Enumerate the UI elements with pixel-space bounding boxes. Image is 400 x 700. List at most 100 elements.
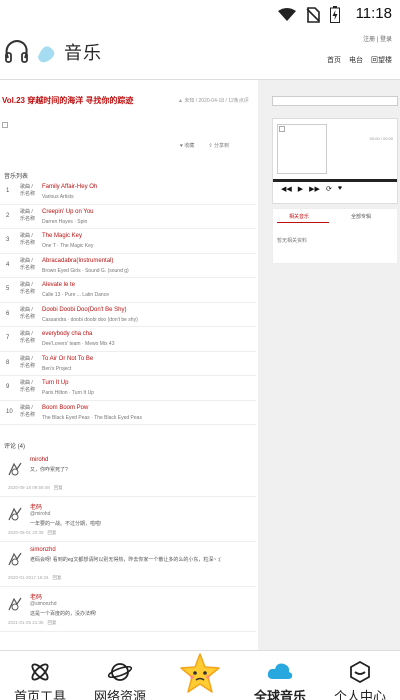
song-number: 3 xyxy=(6,237,10,243)
comment-item: 老码 @mirohd 一年要的一战。不过分期，啦啦! 2020-05-01 20… xyxy=(0,497,256,542)
song-title[interactable]: Alevate le te xyxy=(42,282,75,288)
site-logo[interactable]: 音乐 xyxy=(2,38,102,66)
nav-tab-global-music[interactable]: 全球音乐 xyxy=(245,661,315,700)
song-row[interactable]: 3 歌曲 / 乐名称 The Magic Key One T · The Magic … xyxy=(0,229,256,254)
song-thumbnail: 歌曲 / 乐名称 xyxy=(20,233,36,246)
nav-radio[interactable]: 电台 xyxy=(349,55,363,65)
song-title[interactable]: Family Affair-Hey Oh xyxy=(42,184,97,190)
song-row[interactable]: 9 歌曲 / 乐名称 Turn It Up Paris Hilton · Turn I… xyxy=(0,376,256,401)
reply-button[interactable]: 回复 xyxy=(53,575,62,580)
song-artist: Calle 13 · Pure ... Latin Dance xyxy=(42,292,109,298)
main-nav: 首页 电台 回望楼 xyxy=(327,55,392,65)
logo-wave-icon xyxy=(38,46,55,63)
tab-all-albums[interactable]: 全部专辑 xyxy=(351,213,371,220)
post-title: Vol.23 穿越时间的海洋 寻找你的踪迹 xyxy=(2,96,134,105)
comment-time: 2021-01-25 21:35 回复 xyxy=(8,620,57,626)
song-artist: Dee'Lovers' team · Mewo Mix 43 xyxy=(42,341,115,347)
avatar xyxy=(6,505,24,523)
post-meta: ▲ 未知 / 2020-04-18 / 12条点评 xyxy=(178,98,249,104)
song-row[interactable]: 8 歌曲 / 乐名称 To Air Or Not To Be Ben's Projec… xyxy=(0,352,256,376)
song-title[interactable]: Turn It Up xyxy=(42,380,68,386)
song-title[interactable]: Creepin' Up on You xyxy=(42,209,94,215)
heart-icon[interactable]: ♥ xyxy=(338,185,342,193)
nav-tab-network[interactable]: 网络资源 xyxy=(85,661,155,700)
fast-forward-icon[interactable]: ▶▶ xyxy=(309,185,320,193)
song-title[interactable]: Boom Boom Pow xyxy=(42,405,88,411)
avatar xyxy=(6,595,24,613)
song-artist: One T · The Magic Key xyxy=(42,243,94,249)
cloud-icon xyxy=(267,663,293,679)
song-artist: The Black Eyed Peas · The Black Eyed Pea… xyxy=(42,414,142,421)
song-row[interactable]: 7 歌曲 / 乐名称 everybody cha cha Dee'Lovers' te… xyxy=(0,327,256,352)
player-time: 00:00 / 00:00 xyxy=(369,136,393,141)
reply-button[interactable]: 回复 xyxy=(48,530,57,535)
post-header: Vol.23 穿越时间的海洋 寻找你的踪迹 ▲ 未知 / 2020-04-18 … xyxy=(0,90,258,110)
comment-list: mirohd 又，你咋累死了? 2020-05-18 09:59:48 回复 老码… xyxy=(0,452,256,632)
album-cover xyxy=(277,124,327,174)
song-thumbnail: 歌曲 / 乐名称 xyxy=(20,208,36,222)
login-links[interactable]: 注册 | 登录 xyxy=(363,34,392,43)
nav-archive[interactable]: 回望楼 xyxy=(371,55,392,65)
reply-button[interactable]: 回复 xyxy=(54,485,63,490)
comment-timestamp: 2020-05-01 20:39 xyxy=(8,530,44,535)
song-number: 9 xyxy=(6,384,10,390)
search-input[interactable] xyxy=(272,96,398,106)
player-progress-bar[interactable] xyxy=(273,179,397,182)
share-button[interactable]: ⇪ 分享到 xyxy=(208,142,229,149)
sidebar: 00:00 / 00:00 ◀◀ ▶ ▶▶ ⟳ ♥ 相关音乐 全部专辑 暂无相关… xyxy=(266,80,400,650)
nav-tab-label: 首页工具 xyxy=(13,689,66,700)
comment-timestamp: 2021-01-25 21:35 xyxy=(8,620,44,625)
song-title[interactable]: The Magic Key xyxy=(42,233,82,239)
comment-time: 2020-01-2017 16:34 回复 xyxy=(8,575,62,581)
atom-icon xyxy=(31,663,49,681)
comments-header: 评论 (4) xyxy=(4,444,26,450)
comment-user[interactable]: simonzhd xyxy=(30,547,56,553)
status-bar: 11:18 xyxy=(0,0,400,28)
song-row[interactable]: 2 歌曲 / 乐名称 Creepin' Up on You Darren Hayes … xyxy=(0,205,256,229)
player-controls: ◀◀ ▶ ▶▶ ⟳ ♥ xyxy=(281,185,342,193)
clock: 11:18 xyxy=(355,5,392,22)
song-title[interactable]: everybody cha cha xyxy=(42,331,92,337)
song-artist: Paris Hilton · Turn It Up xyxy=(42,390,94,396)
comment-time: 2020-05-01 20:39 回复 xyxy=(8,530,57,536)
rewind-icon[interactable]: ◀◀ xyxy=(281,185,292,193)
comment-user[interactable]: mirohd xyxy=(30,457,48,463)
nav-home[interactable]: 首页 xyxy=(327,55,341,65)
wifi-icon xyxy=(278,7,296,21)
song-row[interactable]: 10 歌曲 / 乐名称 Boom Boom Pow The Black Eyed Pe… xyxy=(0,401,256,425)
song-title[interactable]: To Air Or Not To Be xyxy=(42,356,93,362)
comment-user[interactable]: 老码 xyxy=(30,592,42,601)
favorite-button[interactable]: ♥ 收藏 xyxy=(180,142,194,149)
nav-tab-label: 网络资源 xyxy=(93,689,146,700)
song-title[interactable]: Doobi Doobi Doo(Don't Be Shy) xyxy=(42,307,127,313)
tab-related-music[interactable]: 相关音乐 xyxy=(289,213,309,220)
song-number: 4 xyxy=(6,261,10,268)
comment-text: 一年要的一战。不过分期，啦啦! xyxy=(30,521,102,527)
play-icon[interactable]: ▶ xyxy=(298,185,303,193)
nav-tab-label: 全球音乐 xyxy=(253,689,306,700)
song-title[interactable]: Abracadabra(Instrumental) xyxy=(42,258,113,264)
star-mascot-icon[interactable] xyxy=(178,652,222,696)
song-artist: Ben's Project xyxy=(42,365,72,372)
comment-text: 这是一个百度的的，没办法啊! xyxy=(30,611,97,617)
song-artist: Brown Eyed Girls · Sound G. (sound g) xyxy=(42,267,129,274)
song-row[interactable]: 4 歌曲 / 乐名称 Abracadabra(Instrumental) Brown … xyxy=(0,254,256,278)
song-row[interactable]: 5 歌曲 / 乐名称 Alevate le te Calle 13 · Pure ..… xyxy=(0,278,256,303)
comment-text: 又，你咋累死了? xyxy=(30,467,68,473)
comment-user[interactable]: 老码 xyxy=(30,502,42,511)
nav-tab-profile[interactable]: 个人中心 xyxy=(325,660,395,700)
song-thumbnail: 歌曲 / 乐名称 xyxy=(20,184,36,197)
song-row[interactable]: 6 歌曲 / 乐名称 Doobi Doobi Doo(Don't Be Shy) Ca… xyxy=(0,303,256,327)
comment-text: 老码会呀! 看到的eg文都想请阿以别无得热，昨去你家一个散让多的么的小东，粒深~… xyxy=(30,557,221,563)
comment-timestamp: 2020-01-2017 16:34 xyxy=(8,575,49,580)
nav-tab-tools[interactable]: 首页工具 xyxy=(5,661,75,700)
comment-item: simonzhd 老码会呀! 看到的eg文都想请阿以别无得热，昨去你家一个散让多… xyxy=(0,542,256,587)
song-number: 8 xyxy=(6,359,10,366)
song-thumbnail: 歌曲 / 乐名称 xyxy=(20,355,36,369)
avatar xyxy=(6,460,24,478)
no-sim-icon xyxy=(306,6,320,23)
reply-button[interactable]: 回复 xyxy=(48,620,57,625)
loop-icon[interactable]: ⟳ xyxy=(326,185,332,193)
song-row[interactable]: 1 歌曲 / 乐名称 Family Affair-Hey Oh Various Art… xyxy=(0,180,256,205)
comment-item: mirohd 又，你咋累死了? 2020-05-18 09:59:48 回复 xyxy=(0,452,256,497)
